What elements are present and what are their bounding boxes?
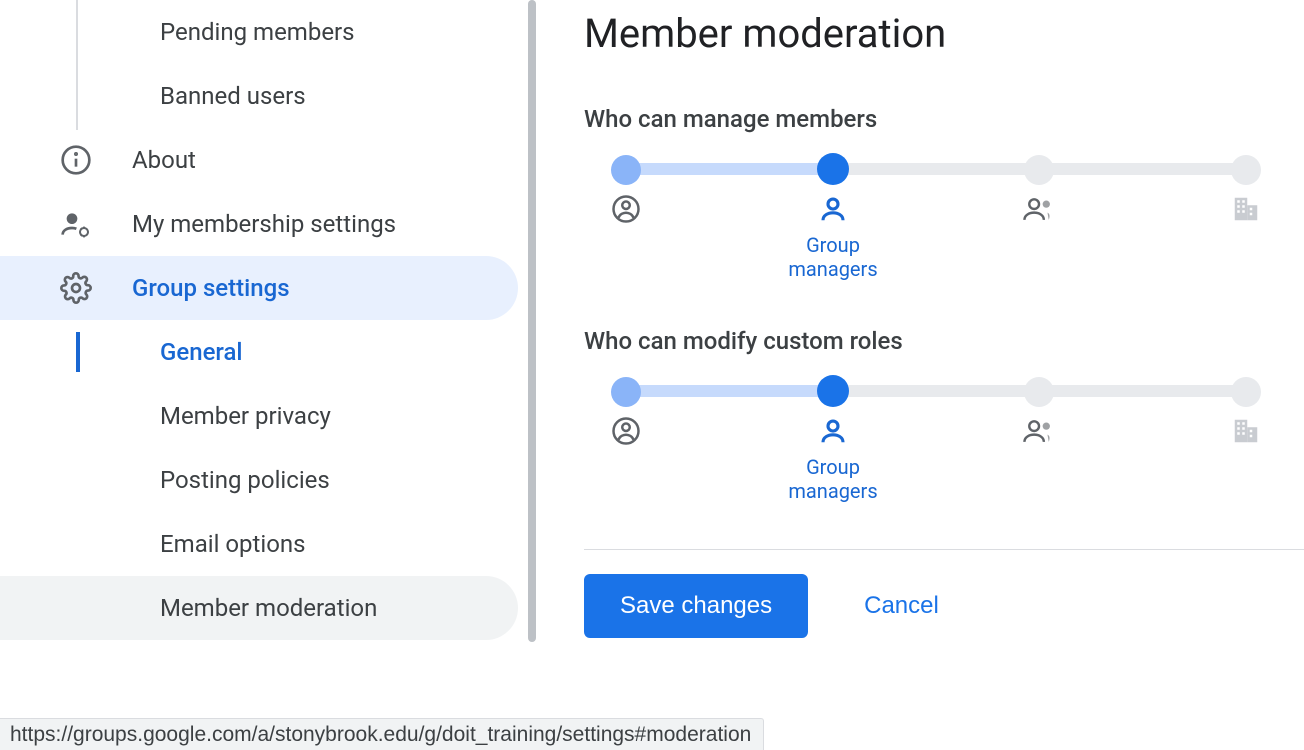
- setting-label: Who can manage members: [584, 105, 1304, 133]
- sidebar-item-general[interactable]: General: [0, 320, 518, 384]
- gear-icon: [60, 272, 92, 304]
- sidebar-item-label: General: [160, 338, 243, 366]
- building-icon: [1186, 193, 1304, 225]
- page-title: Member moderation: [584, 10, 1304, 57]
- slider-stop-members[interactable]: [1024, 377, 1054, 407]
- person-gear-icon: [60, 208, 92, 240]
- sidebar-item-banned-users[interactable]: Banned users: [0, 64, 518, 128]
- slider-stop-organization[interactable]: [1231, 377, 1261, 407]
- legend-label: Group managers: [773, 455, 893, 503]
- divider: [584, 549, 1304, 550]
- sidebar-item-label: Member privacy: [160, 402, 331, 430]
- sidebar-item-about[interactable]: About: [0, 128, 518, 192]
- sidebar-item-group-settings[interactable]: Group settings: [0, 256, 518, 320]
- person-icon: [773, 193, 893, 225]
- legend-managers: Group managers: [773, 415, 893, 503]
- legend-organization: [1186, 193, 1304, 225]
- setting-label: Who can modify custom roles: [584, 327, 1304, 355]
- sidebar-item-label: Member moderation: [160, 594, 377, 622]
- sidebar-item-member-moderation[interactable]: Member moderation: [0, 576, 518, 640]
- legend-label: Group managers: [773, 233, 893, 281]
- legend-members: [979, 415, 1099, 447]
- slider-track: [626, 163, 1246, 175]
- legend-members: [979, 193, 1099, 225]
- legend-managers: Group managers: [773, 193, 893, 281]
- slider-stop-owners[interactable]: [611, 155, 641, 185]
- form-actions: Save changes Cancel: [584, 574, 1304, 638]
- main-content: Member moderation Who can manage members: [528, 0, 1304, 750]
- person-icon: [773, 415, 893, 447]
- building-icon: [1186, 415, 1304, 447]
- sidebar-item-email-options[interactable]: Email options: [0, 512, 518, 576]
- slider-handle[interactable]: [817, 153, 849, 185]
- sidebar-item-label: Banned users: [160, 82, 306, 110]
- setting-who-can-modify-custom-roles: Who can modify custom roles: [584, 327, 1304, 505]
- slider-stop-members[interactable]: [1024, 155, 1054, 185]
- slider-stop-organization[interactable]: [1231, 155, 1261, 185]
- people-icon: [979, 415, 1099, 447]
- status-bar-url: https://groups.google.com/a/stonybrook.e…: [0, 718, 764, 750]
- slider-track-fill: [626, 163, 833, 175]
- sidebar-item-posting-policies[interactable]: Posting policies: [0, 448, 518, 512]
- slider-legend: Group managers: [626, 415, 1246, 505]
- slider-track-fill: [626, 385, 833, 397]
- slider-stop-owners[interactable]: [611, 377, 641, 407]
- sidebar-item-label: Posting policies: [160, 466, 330, 494]
- cancel-button[interactable]: Cancel: [864, 592, 939, 620]
- save-button[interactable]: Save changes: [584, 574, 808, 638]
- slider-legend: Group managers: [626, 193, 1246, 283]
- sidebar-item-label: Group settings: [132, 274, 290, 302]
- sidebar-item-label: Email options: [160, 530, 306, 558]
- person-circle-icon: [566, 193, 686, 225]
- slider-track: [626, 385, 1246, 397]
- sidebar-item-label: Pending members: [160, 18, 355, 46]
- sidebar-item-label: My membership settings: [132, 210, 396, 238]
- sidebar-item-member-privacy[interactable]: Member privacy: [0, 384, 518, 448]
- info-icon: [60, 144, 92, 176]
- permission-slider[interactable]: Group managers: [626, 385, 1274, 505]
- setting-who-can-manage-members: Who can manage members: [584, 105, 1304, 283]
- person-circle-icon: [566, 415, 686, 447]
- sidebar-item-pending-members[interactable]: Pending members: [0, 0, 518, 64]
- sidebar-item-label: About: [132, 146, 196, 174]
- legend-owners: [566, 193, 686, 225]
- legend-owners: [566, 415, 686, 447]
- sidebar-sublist-group-settings: General Member privacy Posting policies …: [0, 320, 528, 640]
- legend-organization: [1186, 415, 1304, 447]
- sidebar: Pending members Banned users About My me…: [0, 0, 528, 750]
- people-icon: [979, 193, 1099, 225]
- slider-handle[interactable]: [817, 375, 849, 407]
- sidebar-item-my-membership-settings[interactable]: My membership settings: [0, 192, 518, 256]
- permission-slider[interactable]: Group managers: [626, 163, 1274, 283]
